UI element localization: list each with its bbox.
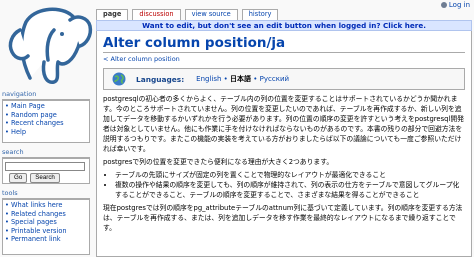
page-title: Alter column position/ja	[103, 35, 465, 53]
reasons-list: テーブルの先頭にサイズが固定の列を置くことで物理的なレイアウトが最適化できること…	[103, 170, 465, 200]
page-tabs: page discussion view source history	[96, 9, 279, 20]
lang-separator: •	[223, 75, 228, 83]
tab-discussion[interactable]: discussion	[132, 9, 181, 20]
tab-view-source[interactable]: view source	[184, 9, 238, 20]
tools-heading: tools	[2, 189, 90, 199]
current-status-paragraph: 現在postgresでは列の順序をpg_attributeテーブルのattnum…	[103, 204, 463, 232]
languages-label: Languages:	[136, 74, 185, 84]
languages-box: Languages: English • 日本語 • Русский	[103, 68, 465, 90]
postgresql-elephant-logo[interactable]	[0, 0, 98, 90]
sidebar-item-related-changes[interactable]: Related changes	[5, 210, 89, 219]
language-links: English • 日本語 • Русский	[196, 74, 289, 84]
lang-separator: •	[253, 75, 258, 83]
personal-tools: Log in	[440, 0, 470, 10]
reasons-intro: postgresで列の位置を変更できたら便利になる理由が大きく2つあります。	[103, 158, 334, 166]
sidebar-item-permanent-link[interactable]: Permanent link	[5, 235, 89, 244]
edit-notice-banner[interactable]: Want to edit, but don't see an edit butt…	[96, 20, 472, 31]
main-content: Alter column position/ja < Alter column …	[96, 31, 472, 257]
tab-history[interactable]: history	[241, 9, 279, 20]
navigation-portlet: Main Page Random page Recent changes Hel…	[2, 100, 90, 143]
user-icon	[440, 2, 447, 8]
tools-portlet: What links here Related changes Special …	[2, 199, 90, 255]
lang-japanese: 日本語	[230, 75, 252, 83]
go-button[interactable]: Go	[9, 173, 28, 183]
search-heading: search	[2, 148, 90, 158]
sidebar-item-printable-version[interactable]: Printable version	[5, 227, 89, 236]
globe-icon	[112, 72, 126, 86]
breadcrumb[interactable]: < Alter column position	[103, 55, 465, 63]
intro-paragraph: postgresqlの初心者の多くからよく、テーブル内の列の位置を変更することは…	[103, 95, 464, 153]
list-item: 複数の操作や結果の順序を変更しても、列の順序が維持されて、列の表示の仕方をテーブ…	[115, 180, 465, 200]
sidebar-item-special-pages[interactable]: Special pages	[5, 218, 89, 227]
search-button[interactable]: Search	[30, 173, 60, 183]
search-portlet: Go Search	[2, 158, 90, 184]
search-input[interactable]	[5, 162, 85, 171]
login-link[interactable]: Log in	[449, 1, 470, 9]
sidebar-item-what-links-here[interactable]: What links here	[5, 201, 89, 210]
search-buttons: Go Search	[9, 173, 89, 183]
lang-russian[interactable]: Русский	[260, 75, 289, 83]
tab-page[interactable]: page	[96, 9, 129, 20]
sidebar-item-help[interactable]: Help	[5, 128, 89, 137]
list-item: テーブルの先頭にサイズが固定の列を置くことで物理的なレイアウトが最適化できること	[115, 170, 465, 180]
lang-english[interactable]: English	[196, 75, 221, 83]
sidebar-item-recent-changes[interactable]: Recent changes	[5, 119, 89, 128]
sidebar-item-random-page[interactable]: Random page	[5, 111, 89, 120]
navigation-heading: navigation	[2, 90, 90, 100]
sidebar-item-main-page[interactable]: Main Page	[5, 102, 89, 111]
